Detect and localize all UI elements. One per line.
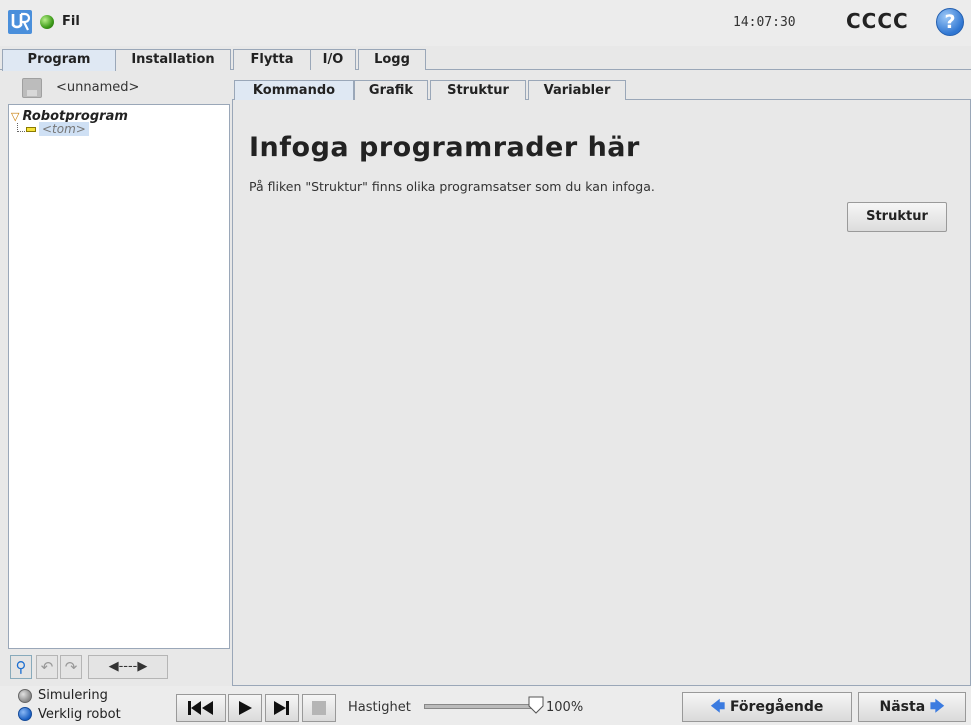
previous-label: Föregående	[729, 699, 824, 715]
expand-triangle-icon[interactable]: ▽	[11, 110, 19, 123]
speed-slider[interactable]	[424, 704, 540, 709]
main-tab-bar: Program Installation Flytta I/O Logg	[0, 46, 971, 71]
empty-node-icon	[26, 127, 36, 132]
speed-slider-thumb[interactable]	[528, 696, 544, 714]
simulation-label[interactable]: Simulering	[38, 688, 108, 703]
save-icon[interactable]	[22, 78, 42, 98]
structure-button[interactable]: Struktur	[847, 202, 947, 232]
tree-toolbar: ⚲ ↶ ↷ ◀----▶	[8, 653, 230, 681]
play-button[interactable]	[228, 694, 262, 722]
file-menu[interactable]: Fil	[62, 14, 80, 29]
clock: 14:07:30	[733, 15, 796, 30]
speed-value: 100%	[546, 700, 584, 715]
program-tree[interactable]: ▽ Robotprogram <tom>	[8, 104, 230, 649]
tab-installation[interactable]: Installation	[115, 49, 231, 70]
real-robot-label[interactable]: Verklig robot	[38, 707, 121, 722]
arrow-right-icon: 🡆	[930, 699, 945, 715]
move-arrows-icon[interactable]: ◀----▶	[88, 655, 168, 679]
command-pane: Kommando Grafik Struktur Variabler Infog…	[232, 73, 971, 686]
redo-icon[interactable]: ↷	[60, 655, 82, 679]
search-icon[interactable]: ⚲	[10, 655, 32, 679]
top-bar: Fil 14:07:30 CCCC ?	[0, 0, 971, 46]
tab-kommando[interactable]: Kommando	[234, 80, 354, 102]
help-icon[interactable]: ?	[936, 8, 964, 36]
tab-flytta[interactable]: Flytta	[233, 49, 311, 70]
tab-io[interactable]: I/O	[310, 49, 356, 70]
speed-slider-fill	[425, 705, 539, 708]
undo-icon[interactable]: ↶	[36, 655, 58, 679]
tree-connector	[17, 123, 25, 132]
tree-child-node[interactable]: <tom>	[39, 122, 89, 136]
play-icon	[239, 701, 252, 715]
tab-program[interactable]: Program	[2, 49, 116, 71]
next-button[interactable]: Nästa 🡆	[858, 692, 966, 722]
program-tree-pane: <unnamed> ▽ Robotprogram <tom> ⚲ ↶ ↷ ◀---…	[8, 73, 230, 686]
previous-button[interactable]: 🡄 Föregående	[682, 692, 852, 722]
stop-icon	[312, 701, 326, 715]
arrow-left-icon: 🡄	[710, 699, 726, 715]
real-robot-radio[interactable]	[18, 707, 32, 721]
step-button[interactable]	[265, 694, 299, 722]
page-title: Infoga programrader här	[249, 132, 640, 163]
skip-first-button[interactable]	[176, 694, 226, 722]
ur-logo-icon	[8, 10, 32, 34]
bottom-bar: Simulering Verklig robot Hastighet 100% …	[0, 686, 971, 725]
tab-variabler[interactable]: Variabler	[528, 80, 626, 101]
info-text: På fliken "Struktur" finns olika program…	[249, 179, 655, 194]
tab-grafik[interactable]: Grafik	[354, 80, 428, 101]
next-label: Nästa	[879, 699, 926, 715]
program-file-row: <unnamed>	[8, 77, 230, 99]
command-content: Infoga programrader här På fliken "Struk…	[232, 100, 971, 686]
stop-button[interactable]	[302, 694, 336, 722]
program-file-name: <unnamed>	[56, 80, 140, 95]
sub-tab-bar: Kommando Grafik Struktur Variabler	[232, 77, 971, 102]
speed-label: Hastighet	[348, 700, 411, 715]
robot-name: CCCC	[846, 9, 909, 33]
simulation-radio[interactable]	[18, 689, 32, 703]
tab-struktur[interactable]: Struktur	[430, 80, 526, 101]
tab-logg[interactable]: Logg	[358, 49, 426, 70]
step-icon	[274, 701, 289, 715]
skip-first-icon	[188, 701, 213, 715]
status-ok-icon	[40, 15, 54, 29]
